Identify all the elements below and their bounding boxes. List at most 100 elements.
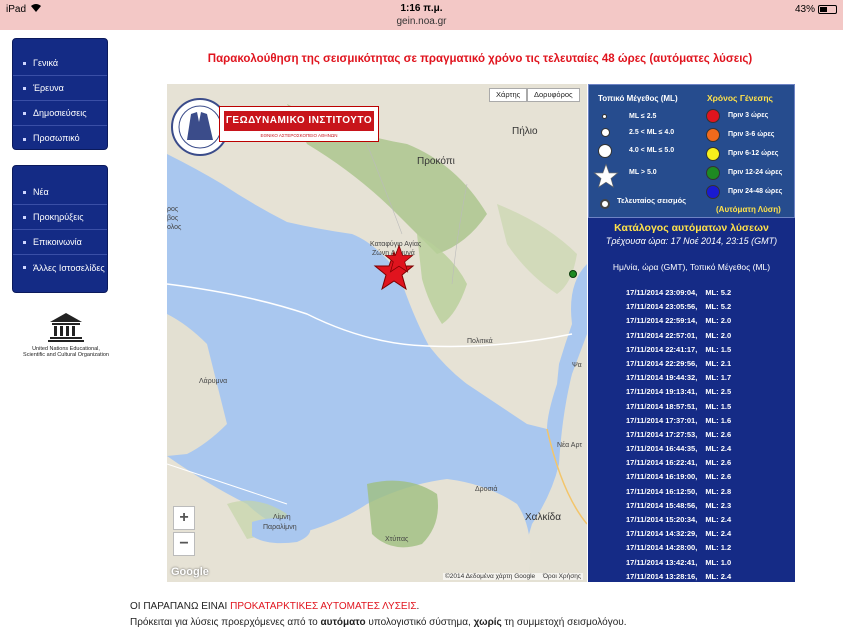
catalog-row-magnitude: ML: 1.0 xyxy=(705,557,732,567)
catalog-row[interactable]: 17/11/2014 14:28:00, ML: 1.2 xyxy=(626,541,786,555)
zoom-in-button[interactable]: + xyxy=(173,506,195,530)
catalog-row[interactable]: 17/11/2014 22:59:14, ML: 2.0 xyxy=(626,314,786,328)
event-dot-green[interactable] xyxy=(569,270,577,278)
catalog-row-magnitude: ML: 2.6 xyxy=(705,472,732,482)
catalog-row-datetime: 17/11/2014 15:20:34, xyxy=(626,515,698,524)
catalog-row-datetime: 17/11/2014 16:44:35, xyxy=(626,444,698,454)
mag-label-3: 4.0 < ML ≤ 5.0 xyxy=(629,147,675,154)
time-label-1: Πριν 3 ώρες xyxy=(728,112,769,119)
catalog-row[interactable]: 17/11/2014 16:19:00, ML: 2.6 xyxy=(626,470,786,484)
catalog-row[interactable]: 17/11/2014 23:05:56, ML: 5.2 xyxy=(626,300,786,314)
catalog-row[interactable]: 17/11/2014 15:48:56, ML: 2.3 xyxy=(626,499,786,513)
time-dot-yellow xyxy=(706,147,720,161)
legend-magnitude-title: Τοπικό Μέγεθος (ML) xyxy=(598,94,678,103)
mag-dot-large xyxy=(598,144,612,158)
earthquake-star-marker-2[interactable] xyxy=(384,244,414,274)
legend: Τοπικό Μέγεθος (ML) Χρόνος Γένεσης ML ≤ … xyxy=(588,84,795,218)
nav-item-news[interactable]: Νέα xyxy=(13,180,107,205)
catalog-row[interactable]: 17/11/2014 23:09:04, ML: 5.2 xyxy=(626,286,786,300)
catalog-row[interactable]: 17/11/2014 16:44:35, ML: 2.4 xyxy=(626,442,786,456)
seismic-map[interactable]: ΓΕΩΔΥΝΑΜΙΚΟ ΙΝΣΤΙΤΟΥΤΟ ΕΘΝΙΚΟ ΑΣΤΕΡΟΣΚΟΠ… xyxy=(167,84,587,582)
nav-item-research[interactable]: Έρευνα xyxy=(13,76,107,101)
time-label-3: Πριν 6-12 ώρες xyxy=(728,150,779,157)
label-drosia: Δροσιά xyxy=(475,486,498,493)
nav-item-general[interactable]: Γενικά xyxy=(13,51,107,76)
footer-text-d: Πρόκειται για λύσεις προερχόμενες από το xyxy=(130,617,321,628)
catalog-row[interactable]: 17/11/2014 16:22:41, ML: 2.6 xyxy=(626,456,786,470)
catalog-row-datetime: 17/11/2014 22:41:17, xyxy=(626,344,698,354)
catalog-row-datetime: 17/11/2014 18:57:51, xyxy=(626,401,698,411)
mag-dot-small xyxy=(602,114,607,119)
time-dot-orange xyxy=(706,128,720,142)
catalog-row[interactable]: 17/11/2014 15:20:34, ML: 2.4 xyxy=(626,513,786,527)
institute-logo[interactable]: ΓΕΩΔΥΝΑΜΙΚΟ ΙΝΣΤΙΤΟΥΤΟ ΕΘΝΙΚΟ ΑΣΤΕΡΟΣΚΟΠ… xyxy=(171,98,381,158)
label-nw3: ολος xyxy=(167,224,182,231)
label-chtypas: Χτύπας xyxy=(385,536,409,543)
time-dot-green xyxy=(706,166,720,180)
catalog-row[interactable]: 17/11/2014 19:44:32, ML: 1.7 xyxy=(626,371,786,385)
label-larymna: Λάρυμνα xyxy=(199,378,228,385)
catalog-row[interactable]: 17/11/2014 22:57:01, ML: 2.0 xyxy=(626,329,786,343)
footer-text-b: ΠΡΟΚΑΤΑΡΚΤΙΚΕΣ ΑΥΤΟΜΑΤΕΣ ΛΥΣΕΙΣ xyxy=(230,601,417,612)
catalog-row[interactable]: 17/11/2014 14:32:29, ML: 2.4 xyxy=(626,527,786,541)
catalog-row-magnitude: ML: 2.4 xyxy=(705,444,732,454)
catalog-row-datetime: 17/11/2014 14:32:29, xyxy=(626,529,698,539)
label-prokopi: Προκόπι xyxy=(417,156,455,167)
catalog-row[interactable]: 17/11/2014 13:42:41, ML: 1.0 xyxy=(626,556,786,570)
footer-text-h: τη συμμετοχή σεισμολόγου. xyxy=(501,617,627,628)
current-time: Τρέχουσα ώρα: 17 Νοέ 2014, 23:15 (GMT) xyxy=(605,236,778,246)
catalog-row[interactable]: 17/11/2014 22:29:56, ML: 2.1 xyxy=(626,357,786,371)
catalog-row-magnitude: ML: 2.8 xyxy=(705,486,732,496)
mag-label-2: 2.5 < ML ≤ 4.0 xyxy=(629,129,675,136)
catalog-row-magnitude: ML: 1.7 xyxy=(705,373,732,383)
map-type-button[interactable]: Χάρτης xyxy=(489,88,528,102)
url-bar[interactable]: gein.noa.gr xyxy=(0,16,843,30)
institute-subtitle: ΕΘΝΙΚΟ ΑΣΤΕΡΟΣΚΟΠΕΙΟ ΑΘΗΝΩΝ xyxy=(260,133,338,138)
nav-item-announcements[interactable]: Προκηρύξεις xyxy=(13,205,107,230)
primary-nav: Γενικά Έρευνα Δημοσιεύσεις Προσωπικό xyxy=(12,38,108,150)
footer-note-2: Πρόκειται για λύσεις προερχόμενες από το… xyxy=(130,617,627,628)
catalog-row[interactable]: 17/11/2014 17:27:53, ML: 2.6 xyxy=(626,428,786,442)
catalog-row[interactable]: 17/11/2014 13:28:16, ML: 2.4 xyxy=(626,570,786,584)
catalog-row[interactable]: 17/11/2014 17:37:01, ML: 1.6 xyxy=(626,414,786,428)
label-politika: Πολιτικά xyxy=(467,338,493,345)
footer-text-c: . xyxy=(416,601,420,612)
catalog-row-magnitude: ML: 2.0 xyxy=(705,330,732,340)
google-logo: Google xyxy=(171,566,209,578)
clock: 1:16 π.μ. xyxy=(400,3,443,14)
catalog-title: Κατάλογος αυτόματων λύσεων xyxy=(614,222,769,234)
footer-text-e: αυτόματο xyxy=(320,617,366,628)
catalog-row-magnitude: ML: 2.0 xyxy=(705,316,732,326)
unesco-logo[interactable]: United Nations Educational, Scientific a… xyxy=(16,312,116,358)
auto-solution-label: (Αυτόματη Λύση) xyxy=(716,205,781,214)
institute-banner: ΓΕΩΔΥΝΑΜΙΚΟ ΙΝΣΤΙΤΟΥΤΟ ΕΘΝΙΚΟ ΑΣΤΕΡΟΣΚΟΠ… xyxy=(219,106,379,142)
catalog-row-magnitude: ML: 2.5 xyxy=(705,387,732,397)
catalog-row[interactable]: 17/11/2014 18:57:51, ML: 1.5 xyxy=(626,400,786,414)
copyright-text: ©2014 Δεδομένα χάρτη Google xyxy=(444,573,536,580)
zoom-out-button[interactable]: − xyxy=(173,532,195,556)
terms-link[interactable]: Όροι Χρήσης xyxy=(543,573,581,580)
catalog-panel: Τοπικό Μέγεθος (ML) Χρόνος Γένεσης ML ≤ … xyxy=(588,84,795,582)
catalog-row-datetime: 17/11/2014 16:19:00, xyxy=(626,472,698,482)
catalog-row-datetime: 17/11/2014 23:09:04, xyxy=(626,288,698,297)
nav-item-other-sites[interactable]: Άλλες Ιστοσελίδες xyxy=(13,255,107,291)
nav-item-staff[interactable]: Προσωπικό xyxy=(13,126,107,151)
catalog-row-datetime: 17/11/2014 16:12:50, xyxy=(626,486,698,496)
page-title: Παρακολούθηση της σεισμικότητας σε πραγμ… xyxy=(207,53,753,65)
mag-label-4: ML > 5.0 xyxy=(629,169,657,176)
battery-icon xyxy=(818,5,837,14)
catalog-row-magnitude: ML: 1.6 xyxy=(705,415,732,425)
nav-item-contact[interactable]: Επικοινωνία xyxy=(13,230,107,255)
catalog-row[interactable]: 17/11/2014 22:41:17, ML: 1.5 xyxy=(626,343,786,357)
catalog-row-magnitude: ML: 2.4 xyxy=(705,529,732,539)
catalog-row-datetime: 17/11/2014 19:44:32, xyxy=(626,373,698,383)
mag-label-1: ML ≤ 2.5 xyxy=(629,113,657,120)
catalog-row[interactable]: 17/11/2014 16:12:50, ML: 2.8 xyxy=(626,485,786,499)
institute-name: ΓΕΩΔΥΝΑΜΙΚΟ ΙΝΣΤΙΤΟΥΤΟ xyxy=(224,111,374,131)
catalog-row[interactable]: 17/11/2014 19:13:41, ML: 2.5 xyxy=(626,385,786,399)
catalog-row-magnitude: ML: 2.4 xyxy=(705,515,732,524)
nav-item-publications[interactable]: Δημοσιεύσεις xyxy=(13,101,107,126)
satellite-type-button[interactable]: Δορυφόρος xyxy=(527,88,580,102)
mag-star-icon xyxy=(593,163,619,188)
time-label-2: Πριν 3-6 ώρες xyxy=(728,131,775,138)
